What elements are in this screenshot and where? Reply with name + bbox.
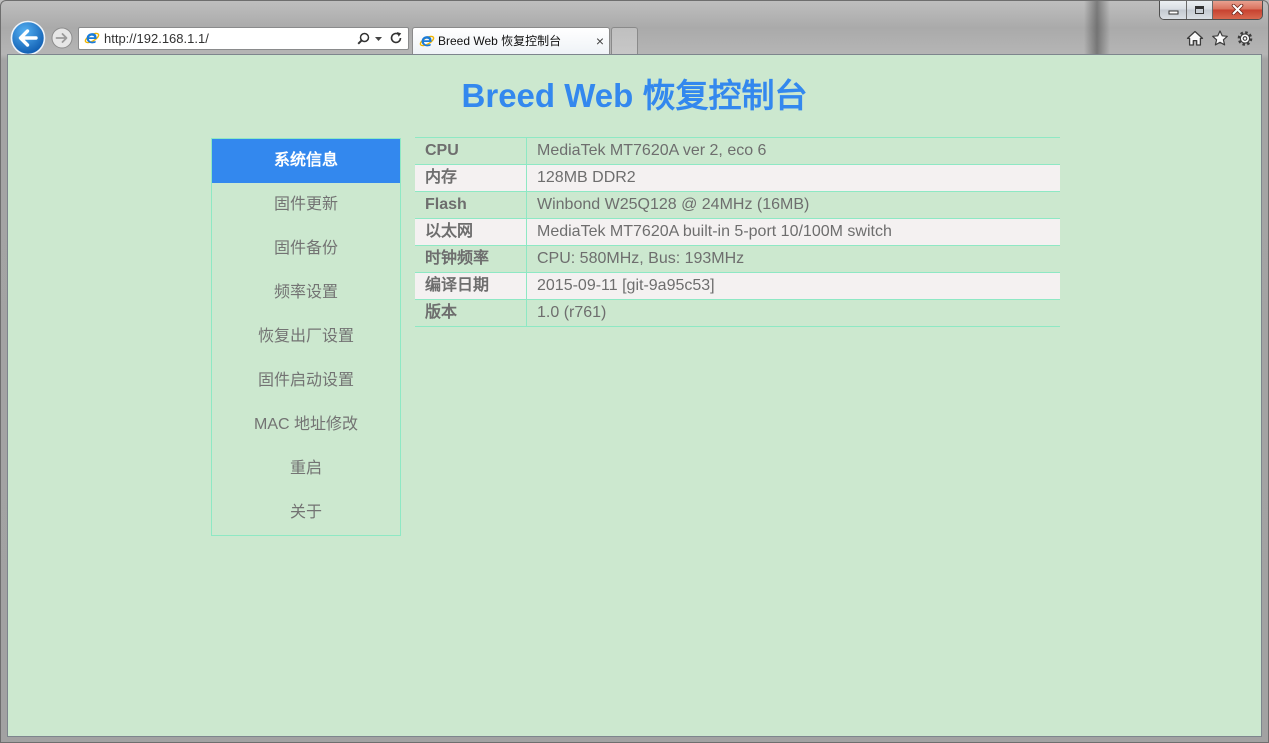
forward-button[interactable]: [51, 27, 73, 49]
favorites-star-icon[interactable]: [1211, 30, 1229, 47]
maximize-icon: [1195, 5, 1204, 14]
new-tab-button[interactable]: [611, 27, 638, 54]
tab-close-button[interactable]: ×: [593, 28, 607, 55]
close-window-button[interactable]: [1213, 0, 1262, 19]
ie-logo-icon: [419, 35, 435, 47]
sidebar-menu: 系统信息 固件更新 固件备份 频率设置 恢复出厂设置 固件启动设置 MAC 地址…: [211, 138, 401, 536]
memory-label: 内存: [415, 164, 527, 192]
minimize-button[interactable]: [1160, 0, 1187, 19]
gear-icon[interactable]: [1236, 30, 1254, 47]
version-label: 版本: [415, 299, 527, 327]
ethernet-label: 以太网: [415, 218, 527, 246]
table-row-version: 版本 1.0 (r761): [415, 299, 1060, 327]
build-date-label: 编译日期: [415, 272, 527, 300]
search-icon[interactable]: [357, 32, 370, 45]
clock-frequency-value: CPU: 580MHz, Bus: 193MHz: [526, 245, 1060, 273]
forward-arrow-icon: [51, 27, 73, 49]
glass-background: [1084, 0, 1110, 54]
clock-frequency-label: 时钟频率: [415, 245, 527, 273]
menu-item-system-info[interactable]: 系统信息: [212, 139, 400, 183]
memory-value: 128MB DDR2: [526, 164, 1060, 192]
minimize-icon: [1168, 10, 1178, 14]
refresh-icon[interactable]: [389, 31, 403, 45]
close-icon: [1231, 4, 1244, 15]
table-row-ethernet: 以太网 MediaTek MT7620A built-in 5-port 10/…: [415, 218, 1060, 246]
menu-item-frequency-settings[interactable]: 频率设置: [212, 271, 400, 315]
back-button[interactable]: [10, 20, 46, 56]
tab-breed-web[interactable]: Breed Web 恢复控制台 ×: [412, 27, 610, 55]
system-info-table: CPU MediaTek MT7620A ver 2, eco 6 内存 128…: [415, 137, 1060, 327]
address-bar[interactable]: http://192.168.1.1/: [78, 27, 409, 50]
flash-label: Flash: [415, 191, 527, 219]
table-row-memory: 内存 128MB DDR2: [415, 164, 1060, 192]
table-row-build-date: 编译日期 2015-09-11 [git-9a95c53]: [415, 272, 1060, 300]
menu-item-mac-address[interactable]: MAC 地址修改: [212, 403, 400, 447]
address-url[interactable]: http://192.168.1.1/: [104, 28, 209, 49]
table-row-flash: Flash Winbond W25Q128 @ 24MHz (16MB): [415, 191, 1060, 219]
ie-logo-icon: [84, 32, 100, 44]
page-viewport: Breed Web 恢复控制台 系统信息 固件更新 固件备份 频率设置 恢复出厂…: [7, 54, 1262, 737]
table-row-clock-frequency: 时钟频率 CPU: 580MHz, Bus: 193MHz: [415, 245, 1060, 273]
menu-item-firmware-boot-settings[interactable]: 固件启动设置: [212, 359, 400, 403]
tab-title: Breed Web 恢复控制台: [438, 34, 562, 48]
menu-item-firmware-backup[interactable]: 固件备份: [212, 227, 400, 271]
dropdown-arrow-icon[interactable]: [375, 37, 382, 41]
ethernet-value: MediaTek MT7620A built-in 5-port 10/100M…: [526, 218, 1060, 246]
maximize-button[interactable]: [1187, 0, 1213, 19]
home-icon[interactable]: [1186, 30, 1204, 47]
version-value: 1.0 (r761): [526, 299, 1060, 327]
back-arrow-icon: [10, 20, 46, 56]
menu-item-about[interactable]: 关于: [212, 491, 400, 535]
menu-item-reboot[interactable]: 重启: [212, 447, 400, 491]
page-title: Breed Web 恢复控制台: [461, 77, 808, 114]
menu-item-factory-reset[interactable]: 恢复出厂设置: [212, 315, 400, 359]
flash-value: Winbond W25Q128 @ 24MHz (16MB): [526, 191, 1060, 219]
cpu-label: CPU: [415, 137, 527, 165]
table-row-cpu: CPU MediaTek MT7620A ver 2, eco 6: [415, 137, 1060, 165]
cpu-value: MediaTek MT7620A ver 2, eco 6: [526, 137, 1060, 165]
window-controls: [1159, 0, 1263, 20]
menu-item-firmware-update[interactable]: 固件更新: [212, 183, 400, 227]
build-date-value: 2015-09-11 [git-9a95c53]: [526, 272, 1060, 300]
